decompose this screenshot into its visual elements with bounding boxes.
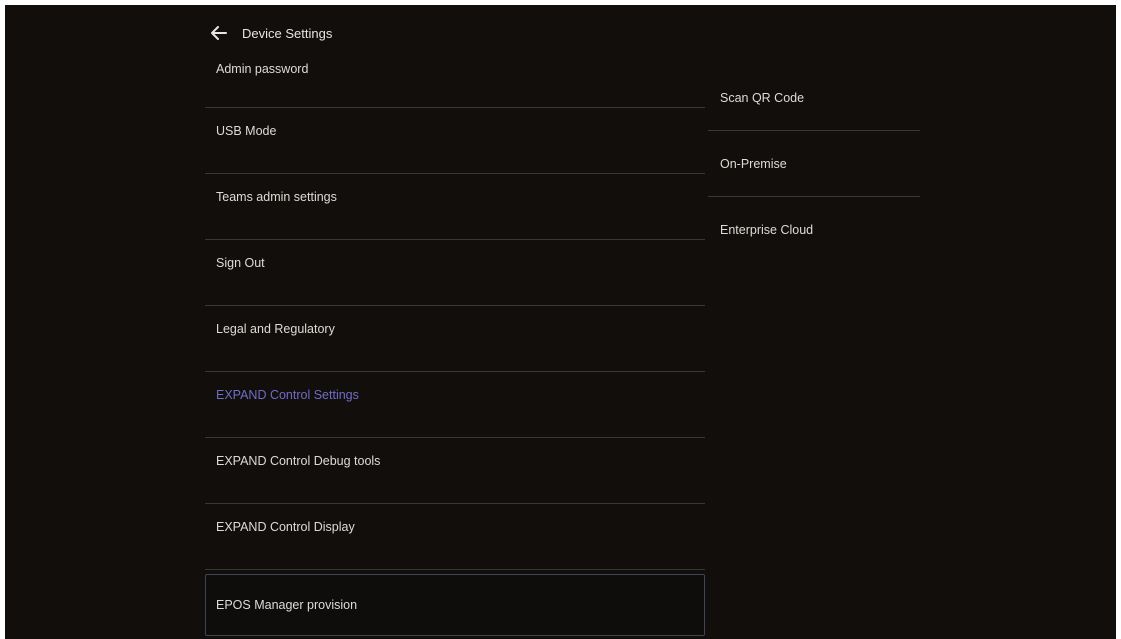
menu-item-epos-manager-provision[interactable]: EPOS Manager provision [205, 574, 705, 636]
submenu-item-scan-qr-code[interactable]: Scan QR Code [708, 65, 920, 131]
device-settings-screen: Device Settings Admin password USB Mode … [5, 5, 1116, 639]
submenu-item-label: Scan QR Code [720, 91, 805, 105]
menu-item-expand-control-settings[interactable]: EXPAND Control Settings [205, 372, 705, 438]
header: Device Settings [210, 22, 332, 44]
menu-item-usb-mode[interactable]: USB Mode [205, 108, 705, 174]
submenu-item-enterprise-cloud[interactable]: Enterprise Cloud [708, 197, 920, 263]
menu-item-sign-out[interactable]: Sign Out [205, 240, 705, 306]
menu-item-label: EXPAND Control Debug tools [216, 454, 381, 468]
menu-item-label: EXPAND Control Settings [216, 388, 359, 402]
menu-item-label: Sign Out [216, 256, 265, 270]
screen: Device Settings Admin password USB Mode … [0, 0, 1121, 639]
submenu-item-on-premise[interactable]: On-Premise [708, 131, 920, 197]
menu-item-teams-admin-settings[interactable]: Teams admin settings [205, 174, 705, 240]
submenu-item-label: On-Premise [720, 157, 787, 171]
provision-submenu: Scan QR Code On-Premise Enterprise Cloud [708, 65, 920, 263]
menu-item-label: USB Mode [216, 124, 277, 138]
menu-item-admin-password[interactable]: Admin password [205, 50, 705, 108]
menu-item-label: EPOS Manager provision [216, 598, 358, 612]
arrow-left-icon [211, 26, 227, 40]
menu-item-label: Teams admin settings [216, 190, 337, 204]
menu-item-expand-control-debug-tools[interactable]: EXPAND Control Debug tools [205, 438, 705, 504]
settings-menu: Admin password USB Mode Teams admin sett… [205, 50, 705, 636]
menu-item-legal-and-regulatory[interactable]: Legal and Regulatory [205, 306, 705, 372]
menu-item-label: Admin password [216, 62, 309, 76]
back-button[interactable] [210, 24, 228, 42]
menu-item-expand-control-display[interactable]: EXPAND Control Display [205, 504, 705, 570]
menu-item-label: Legal and Regulatory [216, 322, 335, 336]
menu-item-label: EXPAND Control Display [216, 520, 355, 534]
page-title: Device Settings [242, 25, 333, 41]
submenu-item-label: Enterprise Cloud [720, 223, 814, 237]
